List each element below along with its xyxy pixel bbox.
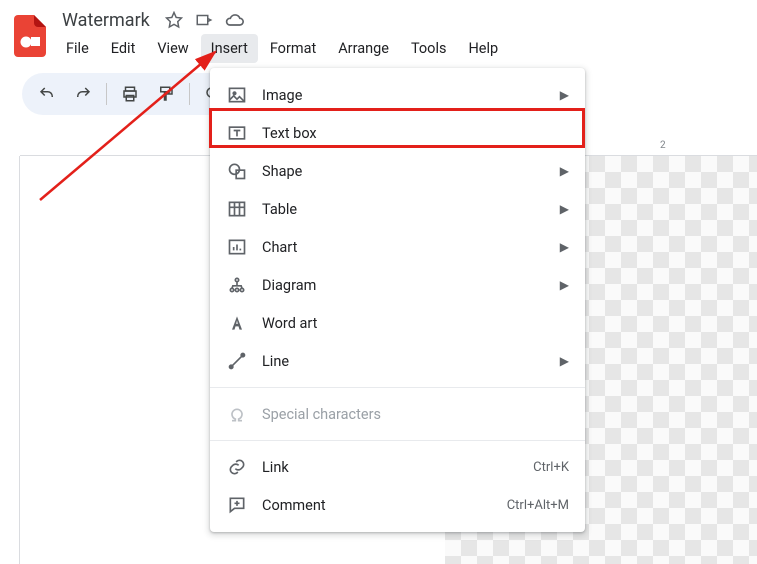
dropdown-item-line[interactable]: Line ▶ bbox=[210, 342, 585, 380]
dropdown-item-label: Word art bbox=[262, 315, 569, 332]
dropdown-item-label: Shape bbox=[262, 163, 546, 180]
dropdown-item-comment[interactable]: Comment Ctrl+Alt+M bbox=[210, 486, 585, 524]
dropdown-item-table[interactable]: Table ▶ bbox=[210, 190, 585, 228]
menu-edit[interactable]: Edit bbox=[101, 34, 146, 63]
omega-icon bbox=[226, 403, 248, 425]
dropdown-item-label: Line bbox=[262, 353, 546, 370]
menu-file[interactable]: File bbox=[56, 34, 99, 63]
undo-button[interactable] bbox=[30, 77, 64, 111]
link-icon bbox=[226, 456, 248, 478]
dropdown-item-chart[interactable]: Chart ▶ bbox=[210, 228, 585, 266]
chevron-right-icon: ▶ bbox=[560, 88, 569, 102]
menu-arrange[interactable]: Arrange bbox=[328, 34, 399, 63]
print-button[interactable] bbox=[113, 77, 147, 111]
textbox-icon bbox=[226, 122, 248, 144]
move-icon[interactable] bbox=[194, 10, 214, 30]
menu-insert[interactable]: Insert bbox=[201, 34, 258, 63]
wordart-icon bbox=[226, 312, 248, 334]
chevron-right-icon: ▶ bbox=[560, 164, 569, 178]
divider bbox=[106, 83, 107, 105]
dropdown-item-diagram[interactable]: Diagram ▶ bbox=[210, 266, 585, 304]
app-header: Watermark File Edit View Insert Format A… bbox=[0, 0, 757, 63]
star-icon[interactable] bbox=[164, 10, 184, 30]
dropdown-item-special-characters: Special characters bbox=[210, 395, 585, 433]
dropdown-item-label: Diagram bbox=[262, 277, 546, 294]
menu-help[interactable]: Help bbox=[458, 34, 508, 63]
chevron-right-icon: ▶ bbox=[560, 354, 569, 368]
chart-icon bbox=[226, 236, 248, 258]
menu-format[interactable]: Format bbox=[260, 34, 326, 63]
dropdown-item-wordart[interactable]: Word art bbox=[210, 304, 585, 342]
line-icon bbox=[226, 350, 248, 372]
dropdown-item-label: Image bbox=[262, 87, 546, 104]
redo-button[interactable] bbox=[66, 77, 100, 111]
diagram-icon bbox=[226, 274, 248, 296]
toolbar bbox=[22, 73, 238, 115]
dropdown-item-textbox[interactable]: Text box bbox=[210, 114, 585, 152]
dropdown-separator bbox=[210, 387, 585, 388]
document-title[interactable]: Watermark bbox=[58, 8, 154, 33]
chevron-right-icon: ▶ bbox=[560, 240, 569, 254]
divider bbox=[189, 83, 190, 105]
app-logo[interactable] bbox=[12, 12, 48, 60]
dropdown-item-label: Table bbox=[262, 201, 546, 218]
image-icon bbox=[226, 84, 248, 106]
ruler-vertical[interactable] bbox=[4, 156, 20, 564]
paint-format-button[interactable] bbox=[149, 77, 183, 111]
dropdown-item-shape[interactable]: Shape ▶ bbox=[210, 152, 585, 190]
table-icon bbox=[226, 198, 248, 220]
insert-dropdown: Image ▶ Text box Shape ▶ Table ▶ Chart ▶… bbox=[210, 68, 585, 532]
chevron-right-icon: ▶ bbox=[560, 278, 569, 292]
title-area: Watermark File Edit View Insert Format A… bbox=[54, 6, 508, 63]
shortcut-label: Ctrl+K bbox=[533, 460, 569, 475]
ruler-mark: 2 bbox=[660, 140, 666, 151]
cloud-icon[interactable] bbox=[224, 10, 244, 30]
dropdown-item-label: Chart bbox=[262, 239, 546, 256]
menubar: File Edit View Insert Format Arrange Too… bbox=[54, 34, 508, 63]
dropdown-item-image[interactable]: Image ▶ bbox=[210, 76, 585, 114]
dropdown-item-label: Comment bbox=[262, 497, 493, 514]
dropdown-separator bbox=[210, 440, 585, 441]
comment-icon bbox=[226, 494, 248, 516]
menu-view[interactable]: View bbox=[147, 34, 198, 63]
shortcut-label: Ctrl+Alt+M bbox=[507, 498, 569, 513]
title-row: Watermark bbox=[54, 6, 508, 34]
dropdown-item-link[interactable]: Link Ctrl+K bbox=[210, 448, 585, 486]
shape-icon bbox=[226, 160, 248, 182]
menu-tools[interactable]: Tools bbox=[401, 34, 457, 63]
chevron-right-icon: ▶ bbox=[560, 202, 569, 216]
dropdown-item-label: Text box bbox=[262, 125, 569, 142]
dropdown-item-label: Special characters bbox=[262, 406, 569, 423]
dropdown-item-label: Link bbox=[262, 459, 519, 476]
